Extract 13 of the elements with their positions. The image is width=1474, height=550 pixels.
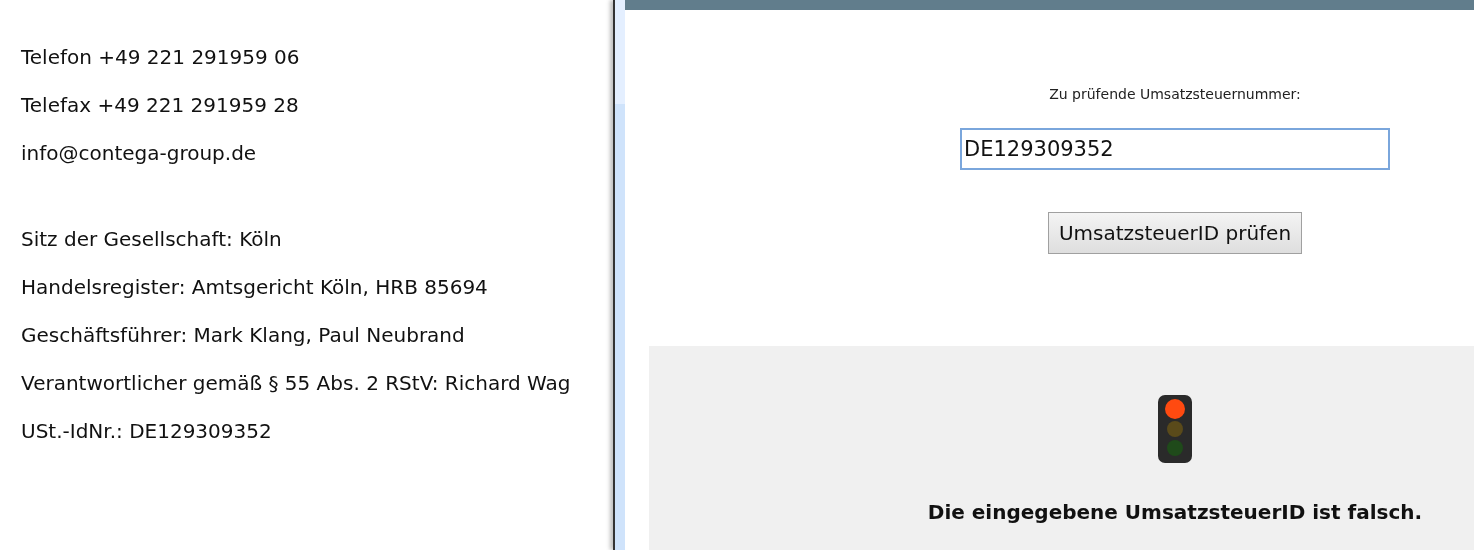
company-info-line: Geschäftsführer: Mark Klang, Paul Neubrand [21,322,466,348]
company-info-line: Verantwortlicher gemäß § 55 Abs. 2 RStV: Richard Wag [21,370,572,396]
contact-line: Telefon +49 221 291959 06 [21,44,301,70]
contact-line: info@contega-group.de [21,140,258,166]
company-info-line: Handelsregister: Amtsgericht Köln, HRB 85694 [21,274,489,300]
company-info-line: USt.-IdNr.: DE129309352 [21,418,273,444]
field-label: Zu prüfende Umsatzsteuernummer: [1049,86,1301,102]
check-button[interactable]: UmsatzsteuerID prüfen [1047,212,1303,254]
contact-line: Telefax +49 221 291959 28 [21,92,300,118]
company-info-line: Sitz der Gesellschaft: Köln [21,226,283,252]
result-message: Die eingegebene UmsatzsteuerID ist falsch. [927,500,1423,524]
vat-number-field[interactable]: DE129309352 [960,128,1390,170]
traffic-light-icon [1157,394,1193,464]
